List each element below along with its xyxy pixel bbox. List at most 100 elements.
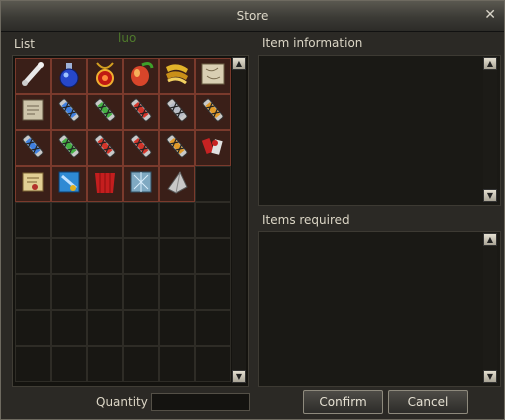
arrow-up-icon: ▲: [486, 58, 494, 68]
grid-slot: [195, 346, 231, 382]
orange-vial-icon: [198, 95, 228, 129]
arrow-down-icon: ▼: [486, 190, 494, 200]
store-item-slot[interactable]: [87, 94, 123, 130]
grid-slot: [123, 202, 159, 238]
grid-slot: [159, 274, 195, 310]
store-item-slot[interactable]: [87, 130, 123, 166]
fire-fruit-icon: [126, 59, 156, 93]
list-scrollbar[interactable]: ▲ ▼: [232, 57, 246, 383]
info-scrollbar[interactable]: ▲ ▼: [483, 57, 497, 202]
grid-slot: [15, 346, 51, 382]
red-vial-icon: [126, 95, 156, 129]
store-item-slot[interactable]: [159, 58, 195, 94]
scroll-icon: [18, 95, 48, 129]
item-information-label: Item information: [262, 36, 363, 50]
red-bundle-icon: [198, 131, 228, 165]
arrow-down-icon: ▼: [235, 371, 243, 381]
map-scroll-icon: [198, 59, 228, 93]
grid-slot: [123, 346, 159, 382]
item-information-panel: [258, 55, 501, 206]
parchment-icon: [18, 167, 48, 201]
store-item-slot[interactable]: [123, 166, 159, 202]
silver-vial-icon: [162, 95, 192, 129]
grid-slot: [51, 310, 87, 346]
store-window: Store ✕ List luo ▲ ▼ Item information ▲ …: [0, 0, 505, 420]
store-item-slot[interactable]: [15, 166, 51, 202]
store-item-slot[interactable]: [159, 130, 195, 166]
red-vial-icon: [126, 131, 156, 165]
info-scroll-up-button[interactable]: ▲: [483, 57, 497, 70]
store-item-slot[interactable]: [123, 130, 159, 166]
store-item-slot[interactable]: [15, 130, 51, 166]
item-list-panel: [12, 55, 249, 387]
grid-slot: [15, 310, 51, 346]
item-grid: [15, 58, 231, 382]
grid-slot: [15, 274, 51, 310]
grid-slot: [87, 238, 123, 274]
red-amulet-icon: [90, 59, 120, 93]
store-item-slot[interactable]: [159, 166, 195, 202]
green-vial-icon: [90, 95, 120, 129]
grid-slot: [51, 202, 87, 238]
grid-slot: [123, 238, 159, 274]
list-label: List: [14, 37, 35, 51]
grid-slot: [15, 238, 51, 274]
info-scroll-down-button[interactable]: ▼: [483, 189, 497, 202]
quantity-label: Quantity: [96, 395, 148, 409]
store-item-slot[interactable]: [123, 58, 159, 94]
store-item-slot[interactable]: [51, 58, 87, 94]
quantity-input[interactable]: [151, 393, 250, 411]
grid-slot: [87, 274, 123, 310]
grid-slot: [159, 346, 195, 382]
grid-slot: [195, 166, 231, 202]
green-vial-icon: [54, 131, 84, 165]
red-vial-icon: [90, 131, 120, 165]
grid-slot: [195, 238, 231, 274]
orange-vial-icon: [162, 131, 192, 165]
store-item-slot[interactable]: [51, 166, 87, 202]
grid-slot: [51, 274, 87, 310]
store-item-slot[interactable]: [159, 94, 195, 130]
required-scrollbar[interactable]: ▲ ▼: [483, 233, 497, 383]
grid-slot: [87, 310, 123, 346]
blue-vial-icon: [54, 95, 84, 129]
grid-slot: [51, 238, 87, 274]
arrow-up-icon: ▲: [486, 234, 494, 244]
store-item-slot[interactable]: [51, 130, 87, 166]
store-item-slot[interactable]: [15, 58, 51, 94]
overlay-text: luo: [118, 31, 137, 45]
arrow-down-icon: ▼: [486, 371, 494, 381]
title-bar[interactable]: Store ✕: [1, 1, 504, 32]
ice-crystal-icon: [126, 167, 156, 201]
blue-vial-icon: [18, 131, 48, 165]
list-scroll-down-button[interactable]: ▼: [232, 370, 246, 383]
items-required-panel: [258, 231, 501, 387]
store-item-slot[interactable]: [87, 166, 123, 202]
store-item-slot[interactable]: [195, 58, 231, 94]
grid-slot: [123, 274, 159, 310]
cancel-button[interactable]: Cancel: [388, 390, 468, 414]
required-scroll-up-button[interactable]: ▲: [483, 233, 497, 246]
grid-slot: [51, 346, 87, 382]
required-scroll-down-button[interactable]: ▼: [483, 370, 497, 383]
store-item-slot[interactable]: [51, 94, 87, 130]
store-item-slot[interactable]: [87, 58, 123, 94]
grid-slot: [123, 310, 159, 346]
blue-potion-icon: [54, 59, 84, 93]
list-scroll-up-button[interactable]: ▲: [232, 57, 246, 70]
items-required-label: Items required: [262, 213, 350, 227]
grid-slot: [159, 202, 195, 238]
red-cloth-icon: [90, 167, 120, 201]
grid-slot: [159, 238, 195, 274]
window-title: Store: [236, 9, 269, 23]
store-item-slot[interactable]: [123, 94, 159, 130]
arrow-up-icon: ▲: [235, 58, 243, 68]
grid-slot: [15, 202, 51, 238]
grid-slot: [195, 202, 231, 238]
confirm-button[interactable]: Confirm: [303, 390, 383, 414]
store-item-slot[interactable]: [195, 94, 231, 130]
store-item-slot[interactable]: [15, 94, 51, 130]
close-icon[interactable]: ✕: [484, 7, 496, 23]
store-item-slot[interactable]: [195, 130, 231, 166]
grid-slot: [87, 346, 123, 382]
